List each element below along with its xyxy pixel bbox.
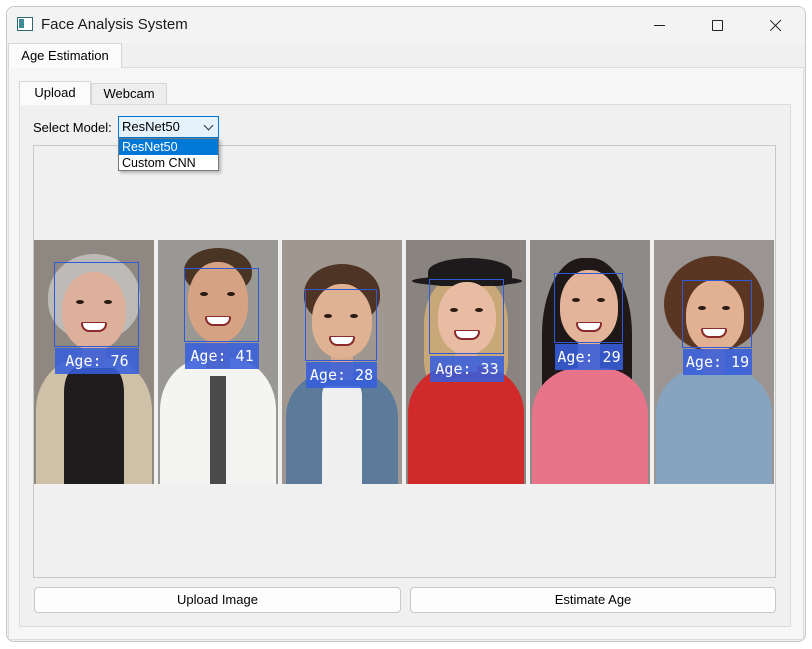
face-photo: Age: 33: [406, 240, 526, 484]
app-window: Face Analysis System Age Estimation Uplo…: [6, 6, 806, 642]
maximize-icon: [711, 19, 723, 31]
tab-upload[interactable]: Upload: [19, 81, 91, 105]
age-label: Age: 19: [683, 349, 752, 375]
age-label: Age: 76: [55, 348, 139, 374]
age-label: Age: 41: [185, 343, 259, 369]
outer-tab-bar: Age Estimation: [7, 43, 805, 68]
face-photo: Age: 29: [530, 240, 650, 484]
close-button[interactable]: [747, 7, 803, 43]
model-select-value: ResNet50: [122, 119, 180, 134]
face-photo: Age: 28: [282, 240, 402, 484]
model-dropdown-list: ResNet50 Custom CNN: [118, 138, 219, 171]
estimate-age-button[interactable]: Estimate Age: [410, 587, 776, 613]
model-option-custom-cnn[interactable]: Custom CNN: [119, 155, 218, 171]
window-title: Face Analysis System: [41, 16, 188, 33]
face-photo: Age: 19: [654, 240, 774, 484]
minimize-icon: [653, 24, 665, 26]
model-select[interactable]: ResNet50: [118, 116, 219, 138]
age-label: Age: 33: [430, 356, 504, 382]
tab-age-estimation[interactable]: Age Estimation: [8, 43, 122, 68]
tab-webcam[interactable]: Webcam: [91, 83, 167, 104]
minimize-button[interactable]: [631, 7, 687, 43]
age-label: Age: 29: [555, 344, 623, 370]
model-option-resnet50[interactable]: ResNet50: [119, 139, 218, 155]
result-image: Age: 76 Age: 41 Age: 28 Age: 33 Age: 29 …: [34, 240, 776, 484]
chevron-down-icon: [203, 120, 214, 131]
app-icon: [17, 17, 33, 31]
title-bar: Face Analysis System: [7, 7, 805, 43]
upload-image-button[interactable]: Upload Image: [34, 587, 401, 613]
age-label: Age: 28: [306, 362, 377, 388]
maximize-button[interactable]: [689, 7, 745, 43]
face-photo: Age: 76: [34, 240, 154, 484]
close-icon: [769, 19, 782, 32]
face-photo: Age: 41: [158, 240, 278, 484]
select-model-label: Select Model:: [33, 120, 112, 135]
